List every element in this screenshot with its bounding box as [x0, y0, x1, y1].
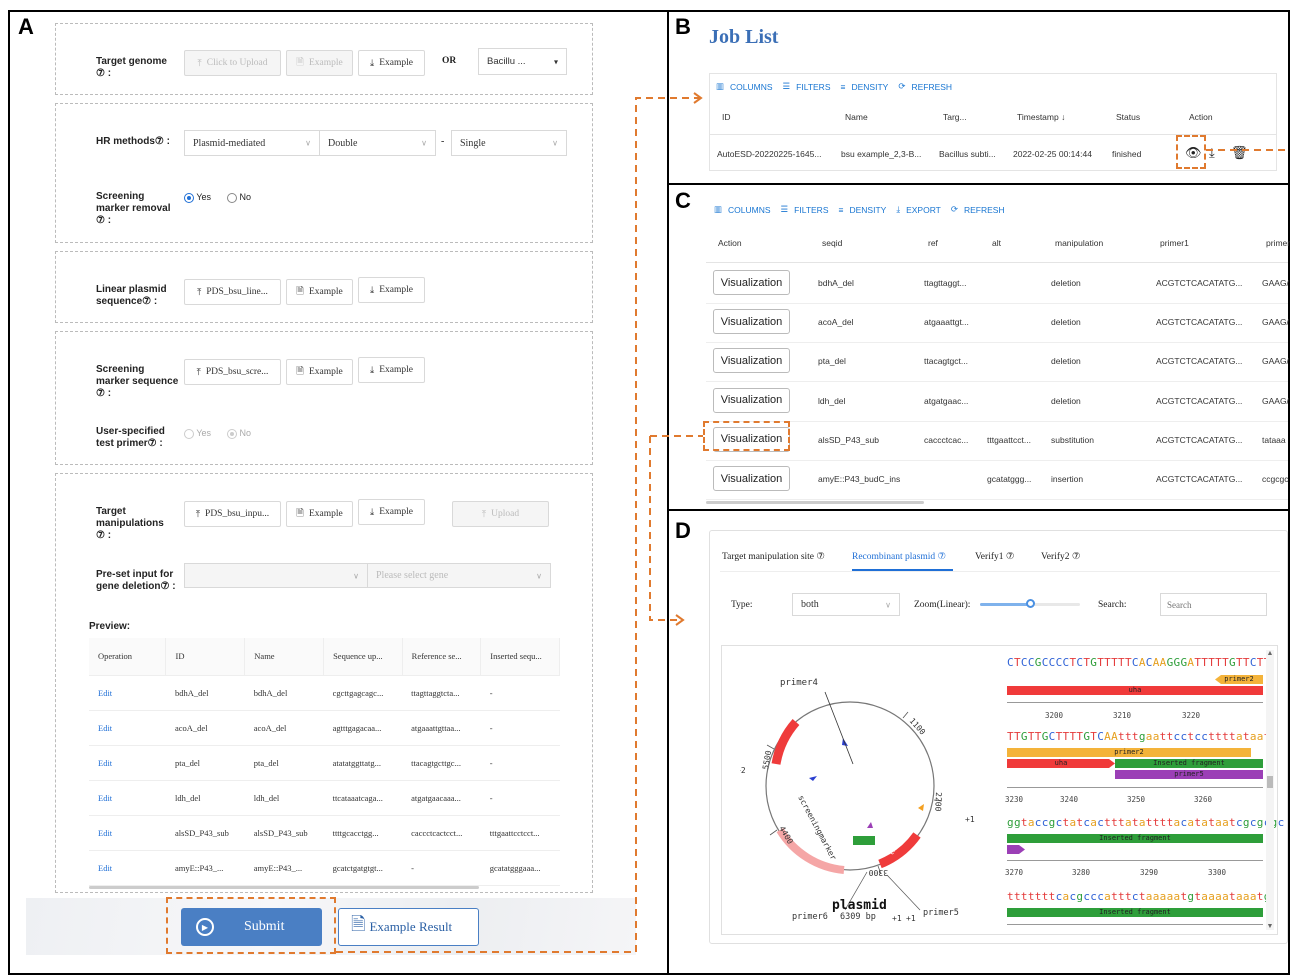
- connector-lines: [336, 92, 1290, 953]
